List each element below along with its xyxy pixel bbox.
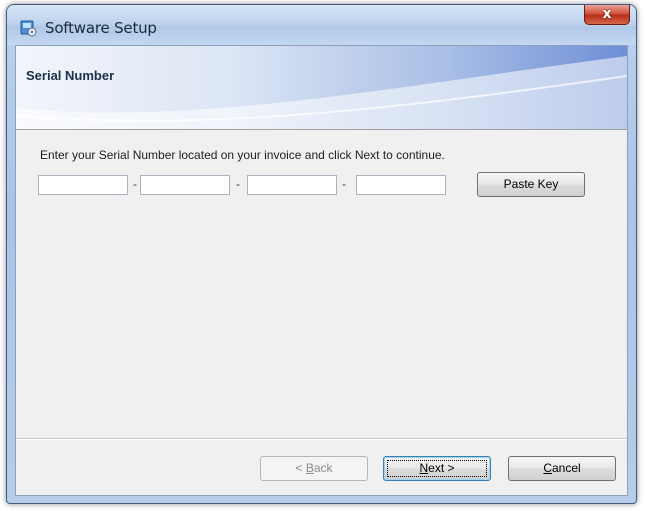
page-title: Serial Number bbox=[26, 68, 115, 83]
serial-separator: - bbox=[342, 177, 346, 191]
serial-separator: - bbox=[236, 177, 240, 191]
footer-divider bbox=[16, 438, 627, 440]
serial-field-3[interactable] bbox=[247, 175, 337, 195]
serial-separator: - bbox=[133, 177, 137, 191]
serial-field-1[interactable] bbox=[38, 175, 128, 195]
instruction-text: Enter your Serial Number located on your… bbox=[40, 148, 445, 162]
banner-swoosh bbox=[16, 56, 627, 129]
dialog-client-area: Serial Number Enter your Serial Number l… bbox=[15, 45, 628, 496]
cancel-label-rest: ancel bbox=[551, 461, 581, 475]
setup-window: Software Setup x Serial Number Enter you… bbox=[6, 4, 637, 504]
back-label-rest: ack bbox=[313, 461, 333, 475]
serial-field-4[interactable] bbox=[356, 175, 446, 195]
back-mnemonic: B bbox=[305, 461, 314, 475]
cancel-mnemonic: C bbox=[543, 461, 552, 475]
next-button[interactable]: Next > bbox=[383, 456, 491, 481]
paste-key-button[interactable]: Paste Key bbox=[477, 172, 585, 197]
window-title: Software Setup bbox=[45, 19, 157, 37]
cancel-button[interactable]: Cancel bbox=[508, 456, 616, 481]
title-bar[interactable]: Software Setup x bbox=[7, 5, 636, 45]
close-button[interactable]: x bbox=[584, 5, 630, 25]
banner-divider bbox=[16, 129, 627, 130]
close-icon: x bbox=[602, 6, 612, 22]
header-banner: Serial Number bbox=[16, 46, 627, 129]
focus-rectangle bbox=[387, 460, 487, 477]
setup-installer-icon bbox=[20, 20, 37, 37]
back-prefix: < bbox=[295, 461, 306, 475]
back-button[interactable]: < Back bbox=[260, 456, 368, 481]
serial-field-2[interactable] bbox=[140, 175, 230, 195]
